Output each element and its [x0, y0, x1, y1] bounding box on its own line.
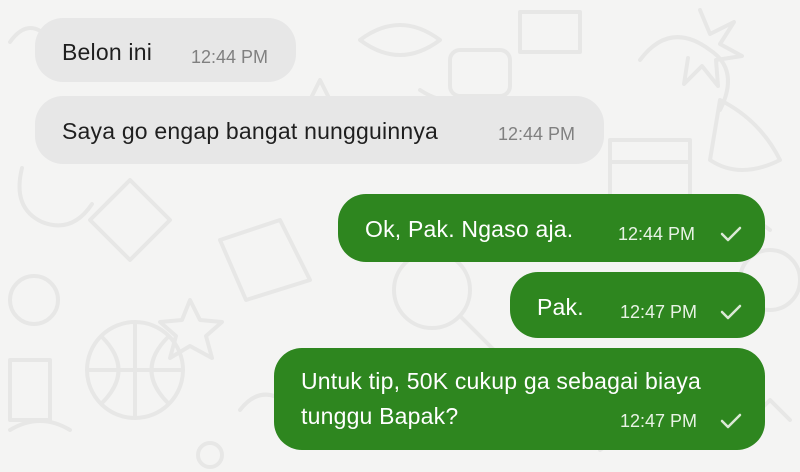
chat-area[interactable]: Belon ini 12:44 PM Saya go engap bangat … — [0, 0, 800, 472]
check-icon — [720, 413, 742, 429]
message-text: Ok, Pak. Ngaso aja. — [365, 216, 574, 242]
message-time: 12:47 PM — [620, 302, 698, 322]
incoming-message-bubble[interactable]: Belon ini 12:44 PM — [35, 18, 296, 82]
message-time: 12:44 PM — [191, 47, 269, 67]
message-time: 12:44 PM — [618, 224, 696, 244]
outgoing-message-bubble[interactable]: Ok, Pak. Ngaso aja. 12:44 PM — [338, 194, 765, 262]
outgoing-message-bubble[interactable]: Untuk tip, 50K cukup ga sebagai biaya tu… — [274, 348, 765, 450]
message-time: 12:44 PM — [498, 124, 576, 144]
message-text: Belon ini — [62, 39, 153, 65]
message-text-line: Untuk tip, 50K cukup ga sebagai biaya — [301, 368, 701, 394]
message-time: 12:47 PM — [620, 411, 698, 431]
message-text: Saya go engap bangat nungguinnya — [62, 118, 439, 144]
message-text-line: tunggu Bapak? — [301, 403, 459, 429]
check-icon — [720, 304, 742, 320]
message-text: Pak. — [537, 294, 584, 320]
outgoing-message-bubble[interactable]: Pak. 12:47 PM — [510, 272, 765, 338]
check-icon — [720, 226, 742, 242]
incoming-message-bubble[interactable]: Saya go engap bangat nungguinnya 12:44 P… — [35, 96, 604, 164]
